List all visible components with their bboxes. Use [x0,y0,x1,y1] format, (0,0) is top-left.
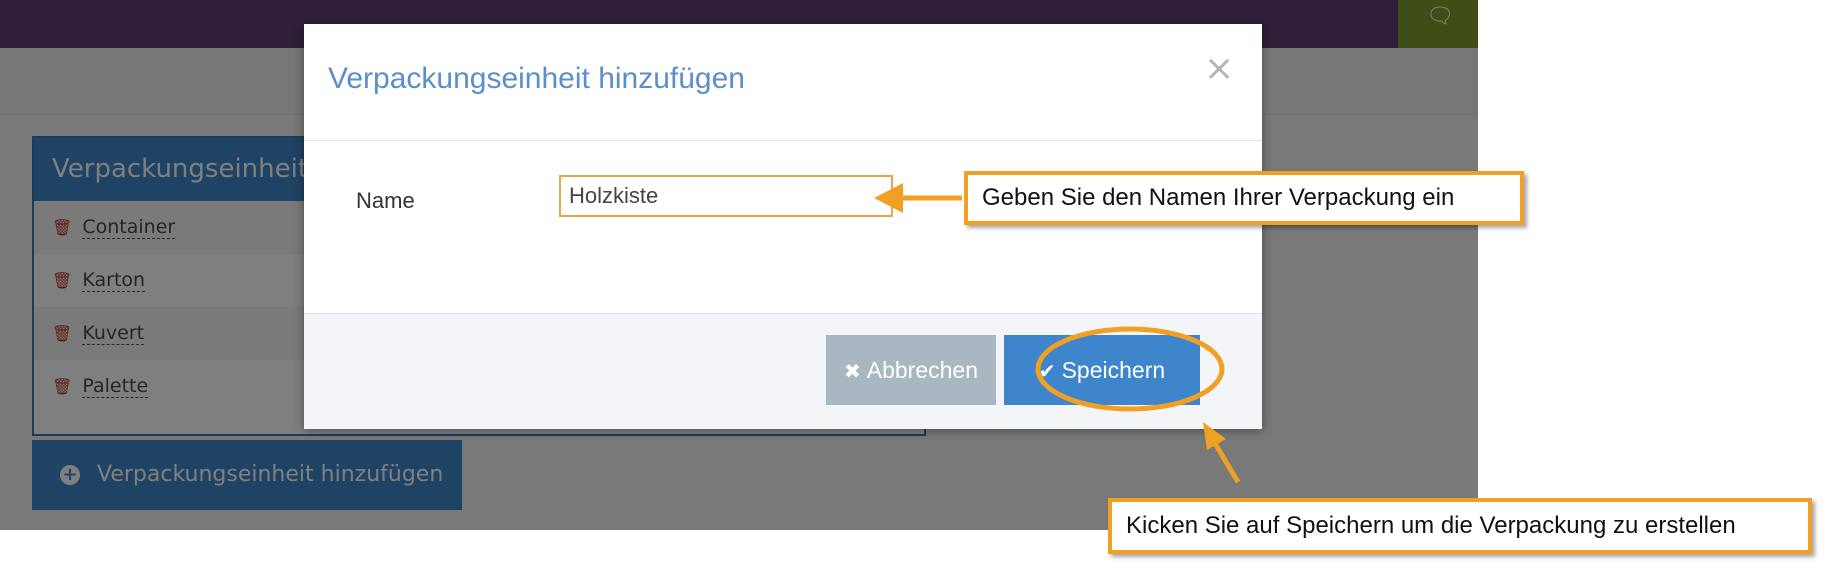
save-arrow [1210,438,1241,484]
save-callout: Kicken Sie auf Speichern um die Verpacku… [1108,498,1812,554]
save-highlight-ellipse [1035,326,1225,412]
input-callout: Geben Sie den Namen Ihrer Verpackung ein [964,171,1524,225]
annotation-overlay [874,183,1241,484]
input-arrowhead [874,183,903,213]
